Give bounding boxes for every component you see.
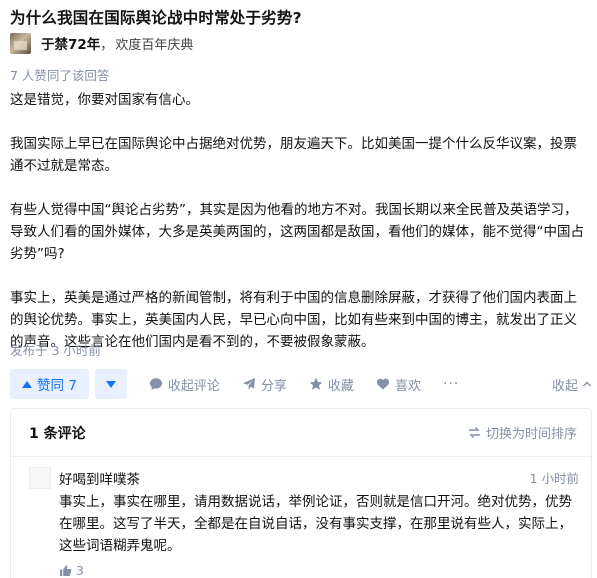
comment-time: 1 小时前 [529, 471, 579, 486]
triangle-up-icon [22, 380, 32, 388]
comment-toggle-label: 收起评论 [167, 378, 220, 394]
author-name[interactable]: 于禁72年 [41, 33, 100, 53]
share-label: 分享 [260, 378, 287, 394]
sort-toggle-label: 切换为时间排序 [485, 427, 577, 442]
comment-like-count: 3 [76, 563, 84, 578]
favorite-button[interactable]: 收藏 [309, 375, 354, 394]
comments-panel: 1 条评论 切换为时间排序 好喝到咩噗茶 1 小时前 事实上，事实在哪里，请用数… [10, 408, 592, 578]
favorite-label: 收藏 [327, 378, 354, 394]
vote-down-button[interactable] [94, 369, 127, 399]
like-label: 喜欢 [394, 378, 421, 394]
comments-count: 1 条评论 [29, 425, 86, 442]
chevron-up-icon [583, 381, 591, 387]
vote-up-button[interactable]: 赞同 7 [10, 369, 89, 399]
comment-author[interactable]: 好喝到咩噗茶 [59, 468, 140, 488]
comment-text: 事实上，事实在哪里，请用数据说话，举例论证，否则就是信口开河。绝对优势，优势在哪… [59, 494, 572, 554]
publish-time[interactable]: 发布于 3 小时前 [10, 340, 101, 359]
comment-icon [149, 378, 162, 390]
answer-paragraph: 这是错觉，你要对国家有信心。 [10, 92, 199, 108]
answer-body: 这是错觉，你要对国家有信心。 我国实际上早已在国际舆论中占据绝对优势，朋友遍天下… [10, 89, 590, 353]
comments-header: 1 条评论 切换为时间排序 [11, 409, 591, 457]
more-icon[interactable]: ··· [443, 376, 459, 392]
action-bar: 赞同 7 收起评论 分享 收藏 喜欢 ··· 收起 [10, 369, 592, 399]
share-icon [242, 378, 255, 390]
author-row: 于禁72年 ， 欢度百年庆典 [10, 32, 193, 54]
collapse-label: 收起 [551, 378, 578, 394]
triangle-down-icon [105, 380, 116, 388]
answer-paragraph: 有些人觉得中国“舆论占劣势”，其实是因为他看的地方不对。我国长期以来全民普及英语… [10, 202, 584, 262]
comment-toggle-button[interactable]: 收起评论 [149, 375, 220, 394]
comment-avatar[interactable] [29, 467, 51, 489]
heart-icon [376, 378, 390, 390]
like-button[interactable]: 喜欢 [376, 375, 421, 394]
author-separator: ， [100, 37, 114, 53]
avatar[interactable] [10, 32, 31, 54]
thumbs-up-icon [60, 565, 72, 576]
author-bio: 欢度百年庆典 [115, 37, 194, 53]
answer-paragraph: 我国实际上早已在国际舆论中占据绝对优势，朋友遍天下。比如美国一提个什么反华议案，… [10, 136, 577, 174]
question-title[interactable]: 为什么我国在国际舆论战中时常处于劣势? [10, 6, 302, 28]
vote-up-label: 赞同 7 [37, 378, 77, 394]
collapse-button[interactable]: 收起 [552, 375, 592, 394]
comment-like-button[interactable]: 3 [59, 563, 84, 578]
swap-icon [468, 427, 480, 438]
sort-toggle-button[interactable]: 切换为时间排序 [468, 423, 577, 442]
share-button[interactable]: 分享 [242, 375, 287, 394]
vote-summary[interactable]: 7 人赞同了该回答 [10, 65, 109, 84]
star-icon [309, 377, 323, 390]
